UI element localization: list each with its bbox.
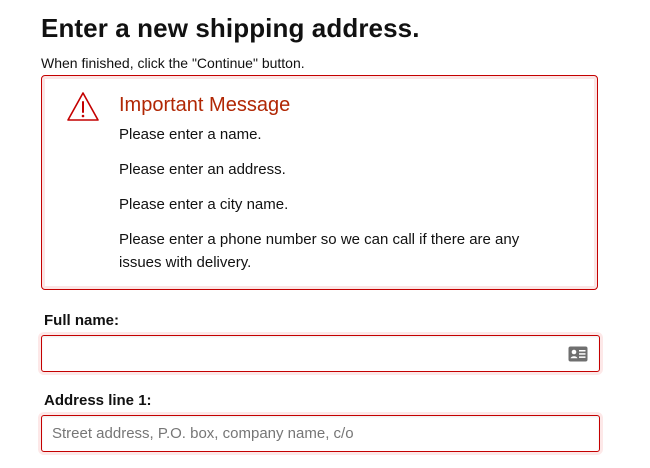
full-name-label: Full name: (44, 312, 120, 329)
important-message-alert: Important Message Please enter a name. P… (41, 75, 598, 290)
alert-message-list: Please enter a name. Please enter an add… (119, 123, 559, 286)
address-line-1-input[interactable] (41, 415, 600, 452)
address-line-1-label: Address line 1: (44, 392, 152, 409)
alert-message-name: Please enter a name. (119, 126, 262, 143)
alert-message-phone: Please enter a phone number so we can ca… (119, 231, 520, 271)
warning-triangle-icon (67, 92, 99, 121)
alert-message-address: Please enter an address. (119, 161, 286, 178)
full-name-input[interactable] (41, 335, 600, 372)
alert-title: Important Message (119, 94, 291, 116)
contact-card-icon[interactable] (568, 346, 588, 362)
page-subtitle: When finished, click the "Continue" butt… (41, 55, 305, 71)
page-title: Enter a new shipping address. (41, 13, 420, 43)
alert-message-city: Please enter a city name. (119, 196, 289, 213)
